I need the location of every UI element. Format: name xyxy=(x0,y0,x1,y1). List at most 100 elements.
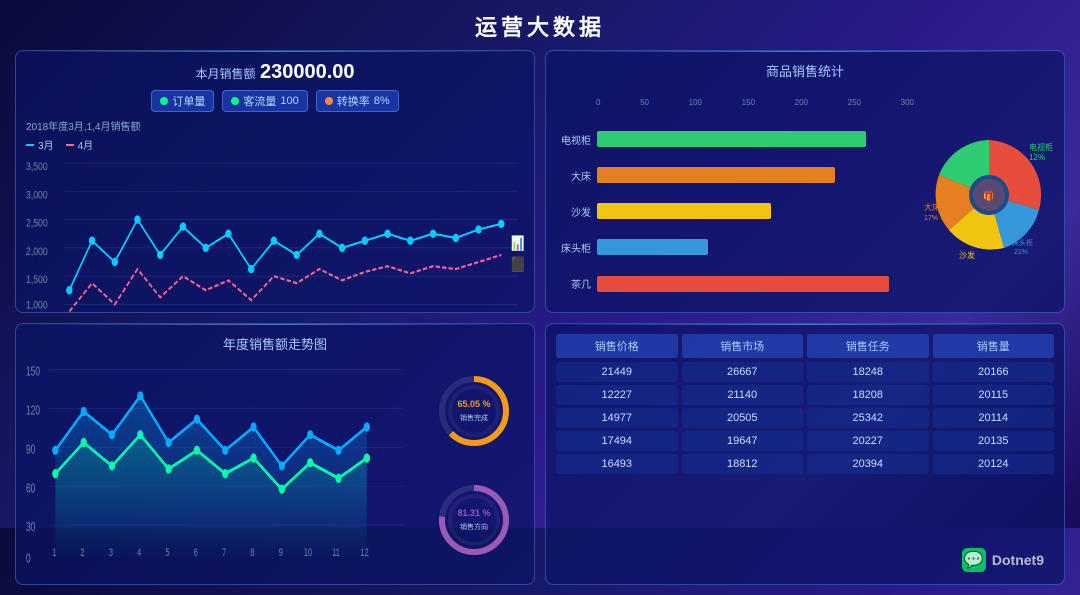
td-2-2: 25342 xyxy=(807,408,929,428)
svg-text:2,000: 2,000 xyxy=(26,246,48,258)
badge-orders[interactable]: 订单量 xyxy=(151,90,214,112)
bar-label-3: 床头柜 xyxy=(556,240,591,255)
bottom-right-panel: 销售价格 销售市场 销售任务 销售量 21449 26667 18248 201… xyxy=(545,323,1065,586)
bar-chart-area: 0 50 100 150 200 250 300 电视柜 xyxy=(556,88,914,302)
chart-legend: 3月 4月 xyxy=(26,137,524,152)
svg-text:6: 6 xyxy=(194,546,198,558)
svg-text:📊: 📊 xyxy=(511,234,524,251)
svg-text:9: 9 xyxy=(279,546,283,558)
svg-text:30: 30 xyxy=(26,520,35,534)
svg-text:0: 0 xyxy=(26,551,31,565)
x-axis-0: 0 xyxy=(596,98,600,107)
svg-text:120: 120 xyxy=(26,404,40,418)
pie-center-icon: 🎁 xyxy=(983,190,994,201)
svg-text:60: 60 xyxy=(26,481,35,495)
td-1-1: 21140 xyxy=(682,385,804,405)
bl-title: 年度销售额走势图 xyxy=(26,334,524,353)
td-1-3: 20115 xyxy=(933,385,1055,405)
x-axis-100: 100 xyxy=(689,98,702,107)
svg-text:150: 150 xyxy=(26,365,40,379)
badge-dot-traffic xyxy=(231,97,239,105)
td-0-3: 20166 xyxy=(933,362,1055,382)
pie-label-1: 大床 xyxy=(924,202,940,212)
td-2-3: 20114 xyxy=(933,408,1055,428)
bar-label-0: 电视柜 xyxy=(556,132,591,147)
svg-text:10: 10 xyxy=(304,546,312,558)
svg-text:3,000: 3,000 xyxy=(26,189,48,201)
table-row-3: 17494 19647 20227 20135 xyxy=(556,431,1054,451)
td-3-1: 19647 xyxy=(682,431,804,451)
td-0-1: 26667 xyxy=(682,362,804,382)
td-4-0: 16493 xyxy=(556,454,678,474)
svg-text:3: 3 xyxy=(109,546,113,558)
x-axis-50: 50 xyxy=(640,98,649,107)
td-1-2: 18208 xyxy=(807,385,929,405)
svg-text:3,500: 3,500 xyxy=(26,161,48,173)
svg-text:81.31 %: 81.31 % xyxy=(457,508,490,518)
tl-header-label: 本月销售额 xyxy=(195,67,255,81)
tr-title: 商品销售统计 xyxy=(556,61,1054,80)
td-2-0: 14977 xyxy=(556,408,678,428)
td-0-2: 18248 xyxy=(807,362,929,382)
bar-fill-4 xyxy=(597,276,889,292)
td-3-0: 17494 xyxy=(556,431,678,451)
svg-text:2,500: 2,500 xyxy=(26,218,48,230)
legend-dot-april xyxy=(66,144,74,146)
top-left-panel: 本月销售额 230000.00 订单量 客流量 100 转换率 8% xyxy=(15,50,535,313)
th-2: 销售任务 xyxy=(807,334,929,358)
bottom-left-panel: 年度销售额走势图 150 120 90 60 30 0 xyxy=(15,323,535,586)
legend-march-label: 3月 xyxy=(38,137,54,152)
badge-orders-label: 订单量 xyxy=(172,93,205,109)
gauge-2: 81.31 % 销售方向 xyxy=(434,480,514,560)
svg-text:65.05 %: 65.05 % xyxy=(457,399,490,409)
line-chart: 3,500 3,000 2,500 2,000 1,500 1,000 xyxy=(26,156,524,313)
table-row-1: 12227 21140 18208 20115 xyxy=(556,385,1054,405)
bl-gauges: 65.05 % 销售完成 81.31 % 销售方向 xyxy=(424,357,524,575)
watermark: 💬 Dotnet9 xyxy=(962,548,1044,572)
chart-subtitle: 2018年度3月,1,4月销售额 xyxy=(26,118,524,133)
th-0: 销售价格 xyxy=(556,334,678,358)
bar-row-4: 茶几 xyxy=(556,276,914,292)
bar-label-4: 茶几 xyxy=(556,276,591,291)
pie-label-2: 沙发 xyxy=(959,250,975,260)
td-4-2: 20394 xyxy=(807,454,929,474)
page-title: 运营大数据 xyxy=(0,0,1080,50)
bl-chart: 150 120 90 60 30 0 xyxy=(26,357,414,575)
svg-text:12: 12 xyxy=(361,546,369,558)
bar-container-4 xyxy=(597,276,914,292)
bar-row-2: 沙发 xyxy=(556,203,914,219)
td-0-0: 21449 xyxy=(556,362,678,382)
bar-fill-3 xyxy=(597,239,708,255)
td-2-1: 20505 xyxy=(682,408,804,428)
pie-label-3: 床头柜 xyxy=(1012,238,1033,247)
svg-text:销售完成: 销售完成 xyxy=(460,413,488,422)
dashboard-grid: 本月销售额 230000.00 订单量 客流量 100 转换率 8% xyxy=(0,50,1080,595)
badge-traffic-label: 客流量 xyxy=(243,93,276,109)
bar-container-2 xyxy=(597,203,914,219)
pie-chart-svg: 🎁 电视柜 12% 红 沙发 19% 大床 17% 床头柜 21% xyxy=(924,130,1054,260)
th-3: 销售量 xyxy=(933,334,1055,358)
svg-text:7: 7 xyxy=(222,546,226,558)
svg-text:⬛: ⬛ xyxy=(511,256,524,273)
legend-march: 3月 xyxy=(26,137,54,152)
td-4-1: 18812 xyxy=(682,454,804,474)
badge-conversion[interactable]: 转换率 8% xyxy=(316,90,399,112)
badge-traffic[interactable]: 客流量 100 xyxy=(222,90,307,112)
tl-badges: 订单量 客流量 100 转换率 8% xyxy=(26,90,524,112)
pie-label-red: 红 xyxy=(1029,177,1037,187)
annual-chart-svg: 150 120 90 60 30 0 xyxy=(26,357,414,575)
badge-traffic-value: 100 xyxy=(280,95,298,107)
svg-text:4: 4 xyxy=(137,546,141,558)
legend-april-label: 4月 xyxy=(78,137,94,152)
bar-row-0: 电视柜 xyxy=(556,131,914,147)
top-right-panel: 商品销售统计 0 50 100 150 200 250 300 电视柜 xyxy=(545,50,1065,313)
x-axis-300: 300 xyxy=(901,98,914,107)
badge-dot-orders xyxy=(160,97,168,105)
svg-text:8: 8 xyxy=(250,546,254,558)
watermark-text: Dotnet9 xyxy=(992,552,1044,568)
legend-dot-march xyxy=(26,144,34,146)
svg-text:1,000: 1,000 xyxy=(26,300,48,312)
svg-text:1: 1 xyxy=(52,546,56,558)
legend-april: 4月 xyxy=(66,137,94,152)
bar-row-1: 大床 xyxy=(556,167,914,183)
